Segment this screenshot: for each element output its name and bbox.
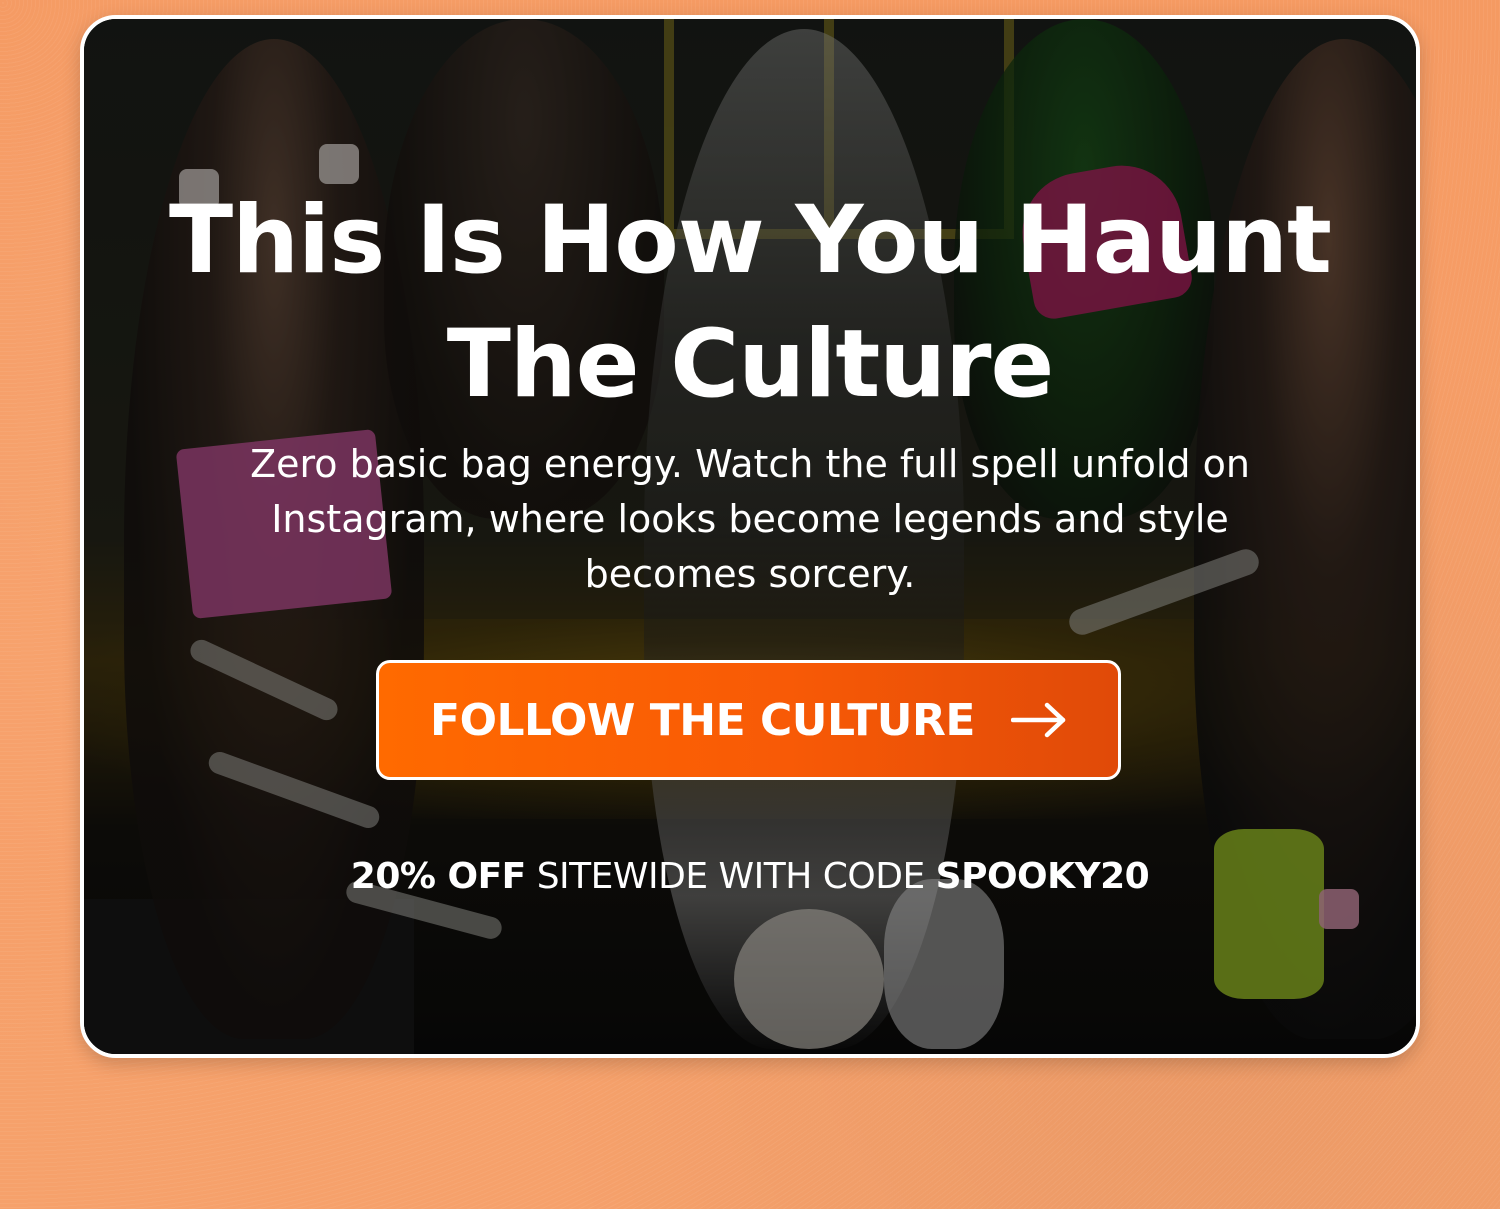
promo-discount: 20% OFF xyxy=(350,856,527,897)
arrow-right-icon xyxy=(1010,702,1066,738)
promo-code: SPOOKY20 xyxy=(935,856,1150,897)
headline-line-1: This Is How You Haunt xyxy=(169,186,1332,295)
headline: This Is How You Haunt The Culture xyxy=(84,179,1416,427)
headline-line-2: The Culture xyxy=(446,310,1055,419)
hero-card: This Is How You Haunt The Culture Zero b… xyxy=(80,15,1420,1058)
promo-middle: SITEWIDE WITH CODE xyxy=(525,856,936,897)
cta-label: FOLLOW THE CULTURE xyxy=(430,694,975,746)
promo-line: 20% OFF SITEWIDE WITH CODE SPOOKY20 xyxy=(84,856,1416,897)
subtext: Zero basic bag energy. Watch the full sp… xyxy=(250,442,1250,596)
follow-the-culture-button[interactable]: FOLLOW THE CULTURE xyxy=(376,660,1121,780)
